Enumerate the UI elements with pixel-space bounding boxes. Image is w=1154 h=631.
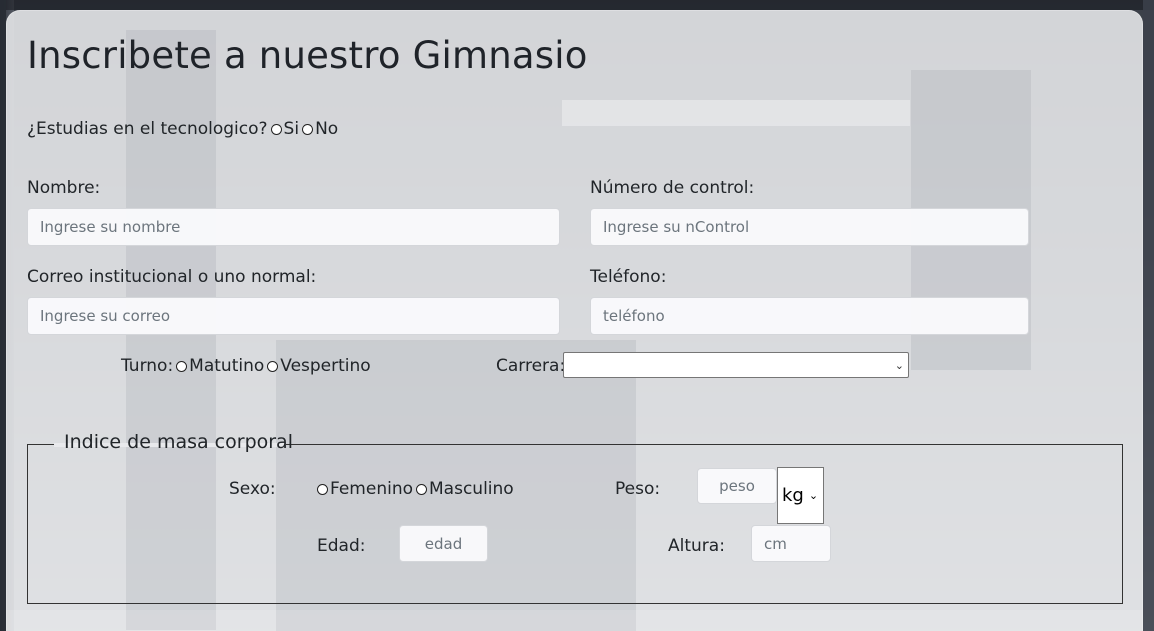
student-question-label: ¿Estudias en el tecnologico? (27, 119, 268, 139)
telefono-label: Teléfono: (590, 267, 667, 287)
altura-input[interactable]: cm (751, 525, 831, 562)
peso-unit-value: kg (782, 485, 804, 506)
correo-input[interactable]: Ingrese su correo (27, 297, 560, 335)
peso-input[interactable]: peso (697, 468, 777, 504)
turno-group: Turno: Matutino Vespertino (121, 356, 371, 376)
radio-vespertino[interactable] (267, 361, 279, 372)
chevron-down-icon: ⌄ (808, 489, 819, 502)
edad-input[interactable]: edad (399, 525, 488, 562)
radio-femenino[interactable] (317, 484, 328, 495)
telefono-placeholder: teléfono (603, 307, 665, 325)
ncontrol-input[interactable]: Ingrese su nControl (590, 208, 1029, 246)
student-question: ¿Estudias en el tecnologico? Si No (27, 119, 338, 139)
correo-label: Correo institucional o uno normal: (27, 267, 317, 287)
chevron-down-icon: ⌄ (894, 359, 904, 372)
correo-placeholder: Ingrese su correo (40, 307, 170, 325)
carrera-label: Carrera: (496, 356, 566, 376)
radio-si-label: Si (283, 119, 300, 139)
radio-vespertino-label: Vespertino (280, 356, 371, 376)
imc-fieldset: Indice de masa corporal Sexo: Femenino Ma… (27, 431, 1123, 604)
sexo-group: Femenino Masculino (314, 479, 514, 499)
peso-placeholder: peso (719, 477, 755, 495)
radio-masculino-label: Masculino (429, 479, 514, 499)
peso-label: Peso: (615, 479, 661, 499)
edad-placeholder: edad (424, 534, 463, 553)
nombre-input[interactable]: Ingrese su nombre (27, 208, 560, 246)
radio-masculino[interactable] (416, 484, 427, 495)
radio-no[interactable] (302, 124, 314, 135)
radio-femenino-label: Femenino (330, 479, 413, 499)
nombre-placeholder: Ingrese su nombre (40, 218, 181, 236)
radio-matutino[interactable] (176, 361, 188, 372)
radio-si[interactable] (270, 124, 282, 135)
peso-unit-select[interactable]: kg ⌄ (777, 467, 824, 524)
turno-label: Turno: (121, 356, 174, 376)
radio-no-label: No (315, 119, 339, 139)
imc-legend: Indice de masa corporal (64, 431, 293, 453)
page-title: Inscribete a nuestro Gimnasio (27, 34, 588, 77)
carrera-select[interactable]: ⌄ (563, 352, 909, 378)
altura-label: Altura: (668, 536, 725, 556)
sexo-label: Sexo: (229, 479, 276, 499)
radio-matutino-label: Matutino (189, 356, 265, 376)
telefono-input[interactable]: teléfono (590, 297, 1029, 335)
ncontrol-placeholder: Ingrese su nControl (603, 218, 750, 236)
signup-card: Inscribete a nuestro Gimnasio ¿Estudias … (6, 10, 1143, 631)
nombre-label: Nombre: (27, 178, 101, 198)
edad-label: Edad: (317, 536, 366, 556)
altura-placeholder: cm (764, 534, 787, 553)
ncontrol-label: Número de control: (590, 178, 755, 198)
